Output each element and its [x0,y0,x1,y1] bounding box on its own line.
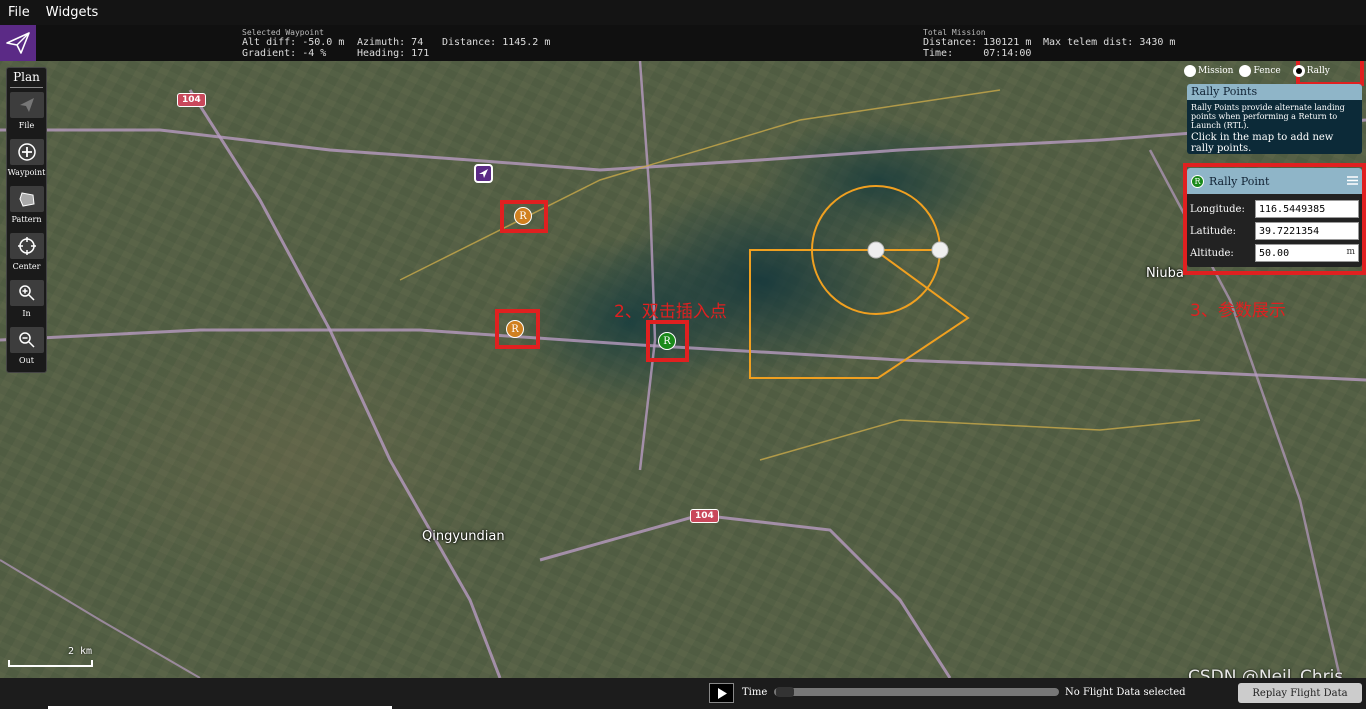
annotation-box [495,309,540,349]
watermark: CSDN @Neil_Chris [1188,667,1344,678]
gradient: Gradient: -4 % [242,48,327,59]
toolbar-pattern-button[interactable]: Pattern [7,182,46,229]
place-label: Niuba [1146,266,1184,281]
plus-circle-icon [9,139,44,165]
annotation-box [500,200,548,233]
max-telem-dist: Max telem dist: 3430 m [1043,37,1176,48]
heading: Heading: 171 [357,48,430,59]
azimuth: Azimuth: 74 [357,37,424,48]
info-panel-description: Rally Points provide alternate landing p… [1191,103,1345,130]
scale-label: 2 km [68,646,93,657]
rally-point-editor: R Rally Point Longitude: Latitude: Altit… [1187,168,1362,267]
mode-rally-radio[interactable]: Rally [1292,65,1330,77]
hamburger-icon[interactable] [1347,175,1358,188]
alt-diff: Alt diff: -50.0 m [242,37,345,48]
altitude-label: Altitude: [1190,247,1234,259]
toolbar-file-button[interactable]: File [7,88,46,135]
map-view[interactable]: Qingyundian Niuba 104 104 2 km R R R 1 2… [0,61,1366,678]
plane-icon [9,92,44,118]
latitude-field[interactable] [1255,222,1359,240]
altitude-field-wrap: m [1255,244,1359,262]
plan-mode-selector: Mission Fence Rally [1184,61,1362,81]
info-panel-hint: Click in the map to add new rally points… [1191,132,1334,154]
slider-handle[interactable] [776,687,794,697]
polygon-icon [9,186,44,212]
paper-plane-icon[interactable] [0,25,36,61]
zoom-in-icon [9,280,44,306]
flight-replay-bar: Time No Flight Data selected Replay Flig… [0,678,1366,709]
altitude-row: Altitude: m [1187,242,1362,264]
mode-fence-radio[interactable]: Fence [1239,65,1281,77]
toolbar-center-button[interactable]: Center [7,229,46,276]
plan-toolbar: Plan File Waypoint Pattern Center In Out [6,67,47,373]
mission-time: Time: 07:14:00 [923,48,1032,59]
annotation-step3: 3、参数展示 [1190,301,1286,321]
menu-file[interactable]: File [0,5,38,20]
latitude-row: Latitude: [1187,220,1362,242]
altitude-field[interactable] [1255,244,1359,262]
annotation-box [646,320,689,362]
menu-widgets[interactable]: Widgets [38,5,107,20]
time-label: Time [742,687,768,698]
mode-mission-radio[interactable]: Mission [1184,65,1233,77]
longitude-row: Longitude: [1187,198,1362,220]
total-distance: Distance: 130121 m [923,37,1032,48]
flight-data-status: No Flight Data selected [1065,687,1186,698]
longitude-label: Longitude: [1190,203,1245,215]
crosshair-icon [9,233,44,259]
road-shield: 104 [690,509,719,523]
waypoint-distance: Distance: 1145.2 m [442,37,551,48]
latitude-label: Latitude: [1190,225,1236,237]
altitude-unit: m [1346,247,1355,257]
toolbar-zoom-out-button[interactable]: Out [7,323,46,370]
toolbar-zoom-in-button[interactable]: In [7,276,46,323]
longitude-field[interactable] [1255,200,1359,218]
home-position-icon[interactable] [474,164,493,183]
editor-title: Rally Point [1209,174,1270,188]
rally-badge-icon: R [1191,174,1204,188]
zoom-out-icon [9,327,44,353]
rally-info-panel: Rally Points Rally Points provide altern… [1187,84,1362,154]
menu-bar: File Widgets [0,0,1366,25]
annotation-step2: 2、双击插入点 [614,302,727,322]
play-icon[interactable] [709,683,734,703]
toolbar-waypoint-button[interactable]: Waypoint [7,135,46,182]
replay-flight-data-button[interactable]: Replay Flight Data [1238,683,1362,703]
place-label: Qingyundian [422,529,505,544]
replay-slider[interactable] [774,687,1059,697]
info-panel-title: Rally Points [1187,84,1362,100]
toolbar-title: Plan [10,68,43,88]
road-shield: 104 [177,93,206,107]
map-overlay [0,61,1366,678]
editor-header: R Rally Point [1187,168,1362,194]
telemetry-header: Selected Waypoint Alt diff: -50.0 m Grad… [0,25,1366,61]
